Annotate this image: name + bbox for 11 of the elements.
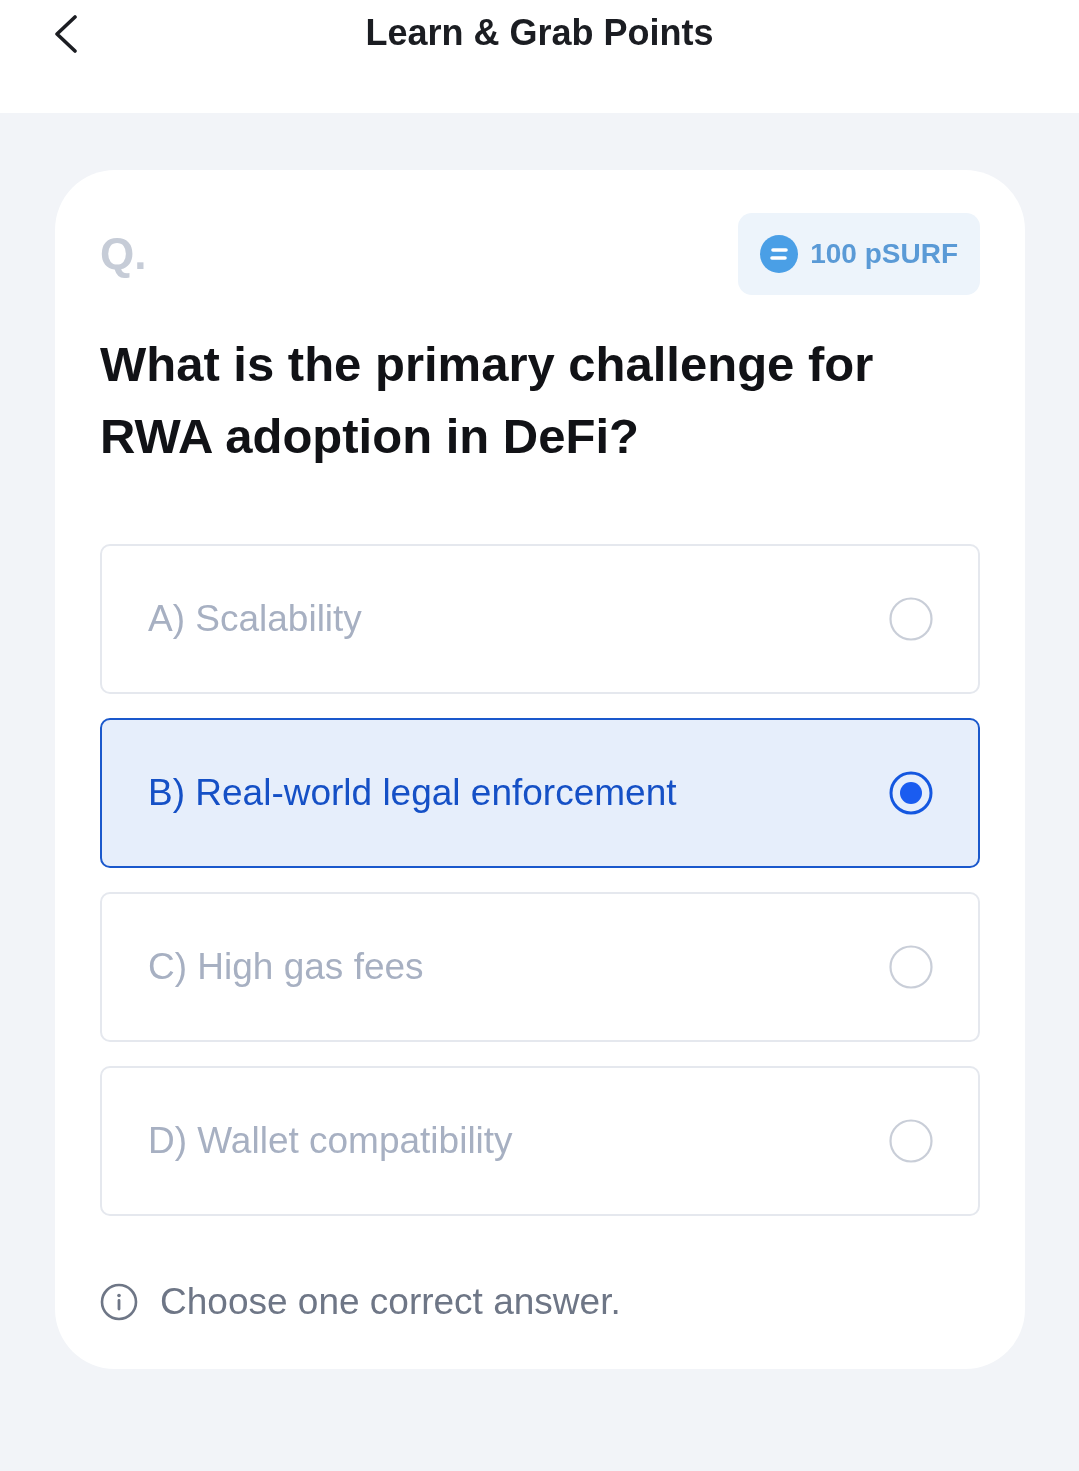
- hint-text: Choose one correct answer.: [160, 1280, 621, 1324]
- info-icon: [100, 1283, 138, 1321]
- coin-icon: [760, 235, 799, 273]
- answer-option[interactable]: D) Wallet compatibility: [100, 1066, 980, 1216]
- question-text: What is the primary challenge for RWA adoption in DeFi?: [100, 336, 875, 465]
- answer-option[interactable]: C) High gas fees: [100, 892, 980, 1042]
- answer-option[interactable]: B) Real-world legal enforcement: [100, 718, 980, 868]
- question-marker: Q.: [100, 229, 147, 279]
- page-title: Learn & Grab Points: [365, 12, 714, 54]
- reward-points: 100 pSURF: [810, 238, 958, 270]
- answer-option[interactable]: A) Scalability: [100, 544, 980, 694]
